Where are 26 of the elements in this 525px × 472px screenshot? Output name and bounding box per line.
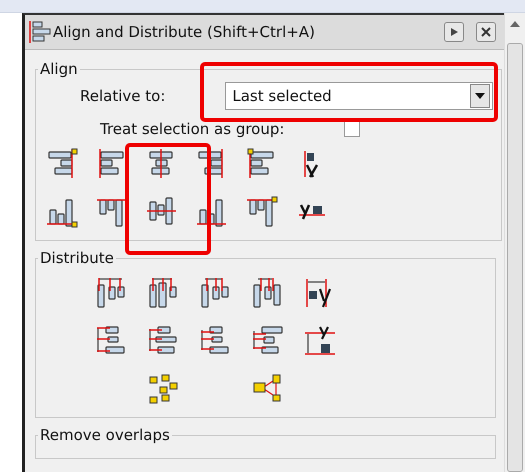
align-icon xyxy=(246,196,278,228)
caret-icon xyxy=(475,93,486,99)
scatter-nodes-icon xyxy=(148,373,180,405)
dock-button[interactable] xyxy=(444,22,464,42)
window-title: Align and Distribute (Shift+Ctrl+A) xyxy=(53,23,316,41)
distribute-icon xyxy=(252,277,284,309)
distribute-icon xyxy=(96,277,128,309)
scrollbar-thumb[interactable] xyxy=(507,43,523,472)
group-title: Remove overlaps xyxy=(39,426,171,444)
text-spacing-icon xyxy=(304,325,336,357)
group-checkbox[interactable] xyxy=(344,121,360,137)
scroll-up-icon xyxy=(510,21,520,27)
relative-to-dropdown[interactable]: Last selected xyxy=(225,82,494,110)
close-button[interactable] xyxy=(476,22,496,42)
checkbox-label: Treat selection as group: xyxy=(100,120,284,138)
align-icon xyxy=(46,148,78,180)
scrollbar[interactable] xyxy=(504,13,525,472)
distribute-icon xyxy=(200,277,232,309)
text-baseline-icon xyxy=(296,203,326,221)
close-icon xyxy=(481,27,491,37)
group-title: Distribute xyxy=(39,249,115,267)
group-title: Align xyxy=(39,60,79,78)
play-icon xyxy=(449,27,459,37)
field-label: Relative to: xyxy=(80,87,166,105)
align-icon xyxy=(29,20,51,44)
distribute-icon xyxy=(148,277,180,309)
